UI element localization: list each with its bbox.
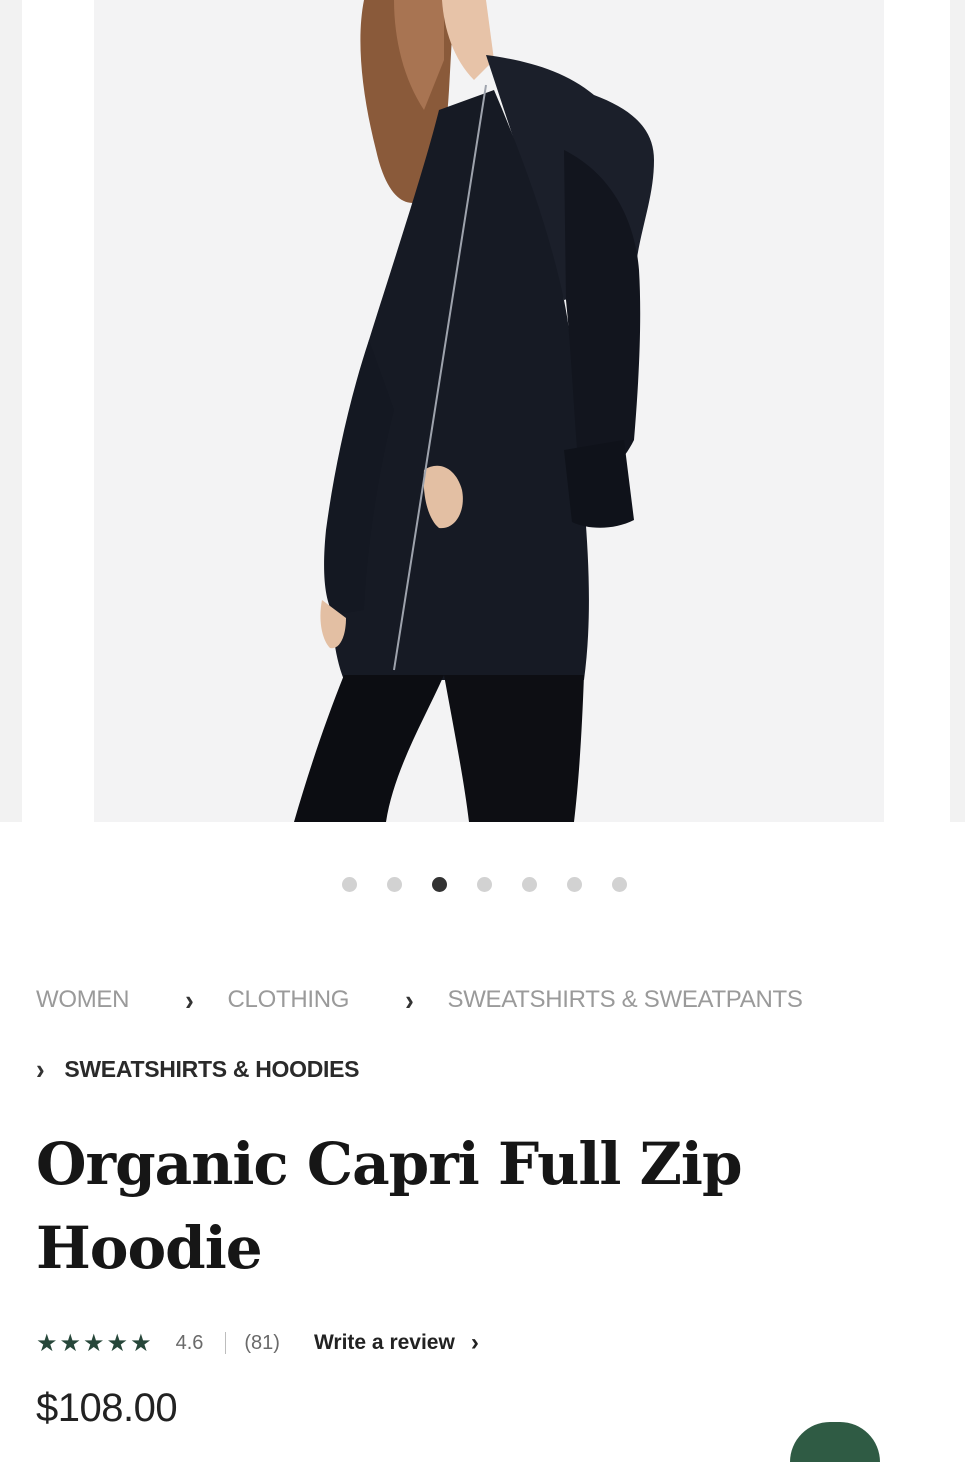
pagination-dot[interactable] (342, 876, 357, 892)
model-in-hoodie-illustration (294, 0, 654, 822)
pagination-dot[interactable] (477, 876, 492, 892)
review-count[interactable]: (81) (244, 1332, 280, 1355)
product-image-gallery[interactable] (0, 0, 965, 822)
pagination-dot[interactable] (612, 876, 627, 892)
floating-action-button[interactable] (790, 1422, 880, 1462)
pagination-dot[interactable] (567, 876, 582, 892)
product-title-line1: Organic Capri Full Zip (36, 1130, 743, 1198)
pagination-dot[interactable] (387, 876, 402, 892)
product-price: $108.00 (36, 1386, 178, 1430)
product-title: Organic Capri Full Zip Hoodie (36, 1122, 916, 1290)
breadcrumb-row: WOMEN › CLOTHING › SWEATSHIRTS & SWEATPA… (36, 978, 936, 1022)
breadcrumb-women[interactable]: WOMEN (36, 986, 129, 1014)
breadcrumb-row: › SWEATSHIRTS & HOODIES (36, 1047, 936, 1091)
rating-divider (225, 1332, 227, 1354)
next-image-peek[interactable] (950, 0, 965, 822)
chevron-right-icon: › (405, 982, 414, 1016)
breadcrumb-clothing[interactable]: CLOTHING (228, 986, 350, 1014)
chevron-right-icon: › (470, 1329, 479, 1356)
previous-image-peek[interactable] (0, 0, 22, 822)
breadcrumb: WOMEN › CLOTHING › SWEATSHIRTS & SWEATPA… (36, 978, 936, 1091)
rating-value: 4.6 (175, 1331, 204, 1354)
chevron-right-icon: › (36, 1051, 45, 1085)
breadcrumb-sweatshirts-sweatpants[interactable]: SWEATSHIRTS & SWEATPANTS (447, 986, 802, 1014)
product-title-line2: Hoodie (36, 1214, 263, 1282)
star-rating-icon: ★★★★★ (36, 1329, 154, 1357)
product-photo[interactable] (94, 0, 884, 822)
pagination-dot[interactable] (522, 876, 537, 892)
write-review-label: Write a review (313, 1331, 455, 1354)
breadcrumb-current-sweatshirts-hoodies[interactable]: SWEATSHIRTS & HOODIES (64, 1056, 359, 1083)
write-review-link[interactable]: Write a review › (314, 1329, 479, 1357)
chevron-right-icon: › (185, 982, 194, 1016)
pagination-dot-active[interactable] (432, 876, 447, 892)
image-pagination-dots (0, 874, 965, 894)
rating-summary[interactable]: ★★★★★ 4.6 (81) Write a review › (36, 1326, 479, 1360)
